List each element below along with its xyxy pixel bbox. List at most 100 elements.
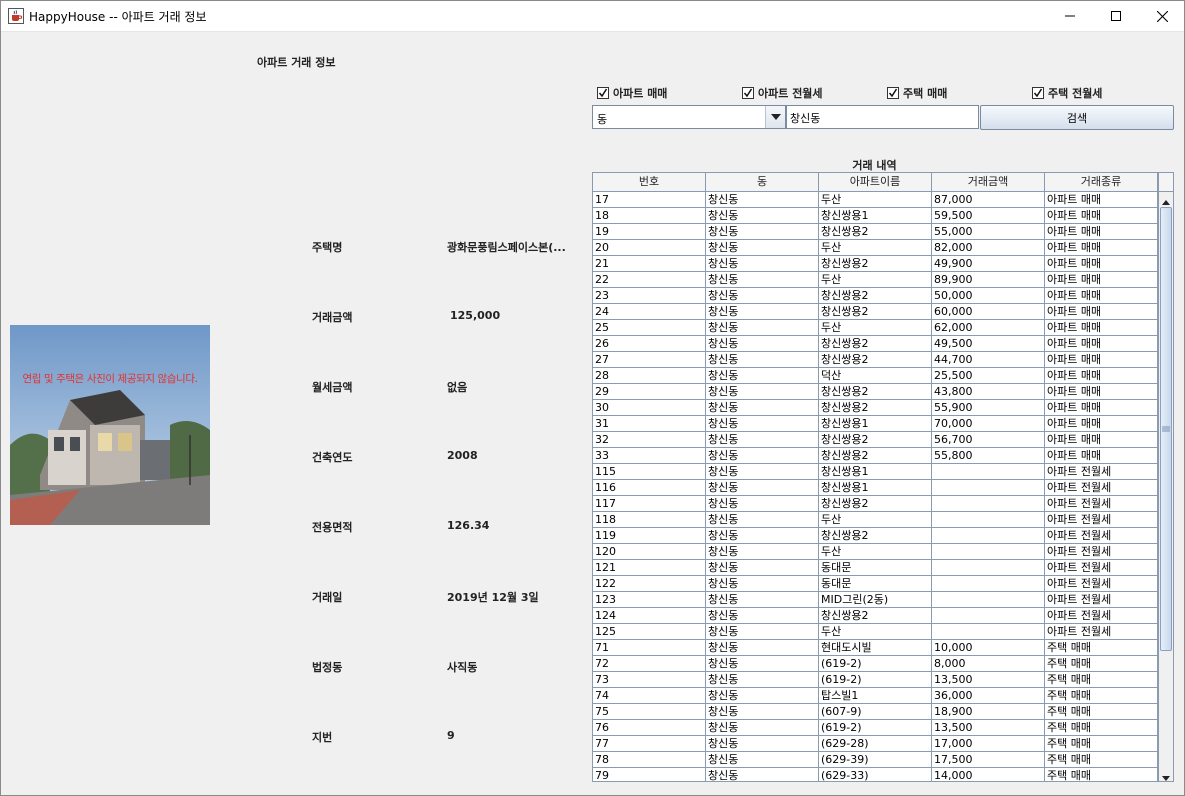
table-row[interactable]: 25 창신동 두산 62,000 아파트 매매 [593, 320, 1158, 336]
scroll-down-button[interactable] [1159, 766, 1173, 782]
table-row[interactable]: 76 창신동 (619-2) 13,500 주택 매매 [593, 720, 1158, 736]
table-row[interactable]: 19 창신동 창신쌍용2 55,000 아파트 매매 [593, 224, 1158, 240]
table-row[interactable]: 26 창신동 창신쌍용2 49,500 아파트 매매 [593, 336, 1158, 352]
table-cell: 아파트 매매 [1045, 224, 1158, 239]
table-row[interactable]: 116 창신동 창신쌍용1 아파트 전월세 [593, 480, 1158, 496]
column-header-price[interactable]: 거래금액 [932, 173, 1045, 191]
table-row[interactable]: 32 창신동 창신쌍용2 56,700 아파트 매매 [593, 432, 1158, 448]
table-row[interactable]: 27 창신동 창신쌍용2 44,700 아파트 매매 [593, 352, 1158, 368]
filter-house-sale-checkbox[interactable]: 주택 매매 [887, 85, 947, 101]
table-row[interactable]: 17 창신동 두산 87,000 아파트 매매 [593, 192, 1158, 208]
search-type-select[interactable]: 동 [592, 105, 786, 129]
filter-house-rent-checkbox[interactable]: 주택 전월세 [1032, 85, 1102, 101]
table-row[interactable]: 73 창신동 (619-2) 13,500 주택 매매 [593, 672, 1158, 688]
table-cell [932, 480, 1045, 495]
table-cell: 17 [593, 192, 706, 207]
table-row[interactable]: 33 창신동 창신쌍용2 55,800 아파트 매매 [593, 448, 1158, 464]
table-row[interactable]: 72 창신동 (619-2) 8,000 주택 매매 [593, 656, 1158, 672]
table-row[interactable]: 124 창신동 창신쌍용2 아파트 전월세 [593, 608, 1158, 624]
search-input[interactable]: 창신동 [786, 105, 979, 129]
filter-apt-sale-checkbox[interactable]: 아파트 매매 [597, 85, 667, 101]
scroll-up-button[interactable] [1159, 192, 1173, 206]
column-header-deal-type[interactable]: 거래종류 [1045, 173, 1158, 191]
table-row[interactable]: 31 창신동 창신쌍용1 70,000 아파트 매매 [593, 416, 1158, 432]
table-cell [932, 576, 1045, 591]
scrollbar-thumb[interactable] [1160, 207, 1172, 651]
table-row[interactable]: 119 창신동 창신쌍용2 아파트 전월세 [593, 528, 1158, 544]
table-cell: 현대도시빌 [819, 640, 932, 655]
table-row[interactable]: 79 창신동 (629-33) 14,000 주택 매매 [593, 768, 1158, 781]
table-row[interactable]: 122 창신동 동대문 아파트 전월세 [593, 576, 1158, 592]
detail-label-area: 전용면적 [312, 521, 353, 534]
table-cell: (629-28) [819, 736, 932, 751]
table-cell: (607-9) [819, 704, 932, 719]
table-row[interactable]: 118 창신동 두산 아파트 전월세 [593, 512, 1158, 528]
table-cell: 116 [593, 480, 706, 495]
filter-apt-rent-checkbox[interactable]: 아파트 전월세 [742, 85, 823, 101]
arrow-down-icon [1162, 766, 1170, 782]
table-row[interactable]: 24 창신동 창신쌍용2 60,000 아파트 매매 [593, 304, 1158, 320]
table-cell: 두산 [819, 240, 932, 255]
title-bar[interactable]: HappyHouse -- 아파트 거래 정보 [0, 0, 1185, 32]
table-cell: 창신동 [706, 416, 819, 431]
column-header-apt-name[interactable]: 아파트이름 [819, 173, 932, 191]
table-row[interactable]: 123 창신동 MID그린(2동) 아파트 전월세 [593, 592, 1158, 608]
table-row[interactable]: 21 창신동 창신쌍용2 49,900 아파트 매매 [593, 256, 1158, 272]
table-row[interactable]: 115 창신동 창신쌍용1 아파트 전월세 [593, 464, 1158, 480]
transaction-table[interactable]: 번호 동 아파트이름 거래금액 거래종류 17 창신동 두산 87,000 아파트 매매… [592, 172, 1174, 782]
table-row[interactable]: 121 창신동 동대문 아파트 전월세 [593, 560, 1158, 576]
chevron-down-icon[interactable] [765, 106, 785, 128]
table-cell: 13,500 [932, 672, 1045, 687]
table-row[interactable]: 125 창신동 두산 아파트 전월세 [593, 624, 1158, 640]
table-cell: 창신동 [706, 688, 819, 703]
table-cell: 창신동 [706, 736, 819, 751]
table-cell: 49,900 [932, 256, 1045, 271]
table-row[interactable]: 28 창신동 덕산 25,500 아파트 매매 [593, 368, 1158, 384]
table-cell: 창신동 [706, 560, 819, 575]
vertical-scrollbar[interactable] [1158, 192, 1173, 782]
table-cell: 30 [593, 400, 706, 415]
close-button[interactable] [1139, 0, 1185, 32]
arrow-up-icon [1162, 190, 1170, 209]
search-button[interactable]: 검색 [980, 105, 1174, 130]
table-cell: 창신동 [706, 368, 819, 383]
table-row[interactable]: 29 창신동 창신쌍용2 43,800 아파트 매매 [593, 384, 1158, 400]
filter-label: 주택 매매 [903, 87, 948, 100]
table-cell: 아파트 전월세 [1045, 608, 1158, 623]
table-row[interactable]: 20 창신동 두산 82,000 아파트 매매 [593, 240, 1158, 256]
table-cell: 55,800 [932, 448, 1045, 463]
minimize-icon [1065, 11, 1075, 21]
column-header-number[interactable]: 번호 [593, 173, 706, 191]
table-cell: 창신쌍용2 [819, 432, 932, 447]
table-row[interactable]: 23 창신동 창신쌍용2 50,000 아파트 매매 [593, 288, 1158, 304]
table-cell: 70,000 [932, 416, 1045, 431]
table-cell: 두산 [819, 624, 932, 639]
table-row[interactable]: 30 창신동 창신쌍용2 55,900 아파트 매매 [593, 400, 1158, 416]
table-cell: 창신쌍용1 [819, 464, 932, 479]
table-row[interactable]: 78 창신동 (629-39) 17,500 주택 매매 [593, 752, 1158, 768]
table-cell: 아파트 전월세 [1045, 480, 1158, 495]
table-row[interactable]: 22 창신동 두산 89,900 아파트 매매 [593, 272, 1158, 288]
table-cell: 두산 [819, 272, 932, 287]
table-row[interactable]: 77 창신동 (629-28) 17,000 주택 매매 [593, 736, 1158, 752]
table-row[interactable]: 74 창신동 탑스빌1 36,000 주택 매매 [593, 688, 1158, 704]
table-row[interactable]: 18 창신동 창신쌍용1 59,500 아파트 매매 [593, 208, 1158, 224]
maximize-button[interactable] [1093, 0, 1139, 32]
table-row[interactable]: 120 창신동 두산 아파트 전월세 [593, 544, 1158, 560]
table-cell: 창신동 [706, 592, 819, 607]
table-cell [932, 528, 1045, 543]
table-cell: 43,800 [932, 384, 1045, 399]
checkmark-icon [597, 87, 609, 99]
table-row[interactable]: 75 창신동 (607-9) 18,900 주택 매매 [593, 704, 1158, 720]
table-cell: 창신쌍용2 [819, 352, 932, 367]
table-cell: 115 [593, 464, 706, 479]
main-content: 아파트 거래 정보 연립 및 주택은 사진이 제공되지 않습니다. 주택명 광화… [0, 33, 1185, 796]
table-cell: 59,500 [932, 208, 1045, 223]
table-cell: 두산 [819, 192, 932, 207]
table-row[interactable]: 117 창신동 창신쌍용2 아파트 전월세 [593, 496, 1158, 512]
detail-value-monthly-rent: 없음 [447, 381, 468, 394]
column-header-dong[interactable]: 동 [706, 173, 819, 191]
table-row[interactable]: 71 창신동 현대도시빌 10,000 주택 매매 [593, 640, 1158, 656]
table-cell: 아파트 매매 [1045, 320, 1158, 335]
minimize-button[interactable] [1047, 0, 1093, 32]
